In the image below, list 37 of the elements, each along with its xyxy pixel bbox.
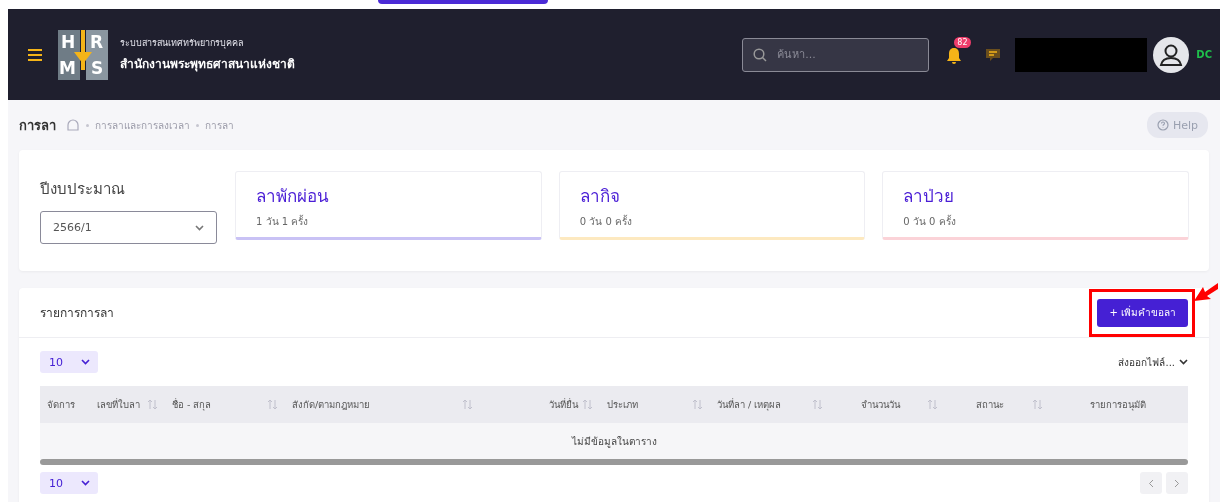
- notification-badge: 82: [954, 36, 971, 48]
- menu-icon[interactable]: [28, 48, 42, 61]
- export-menu[interactable]: ส่งออกไฟล์...: [1118, 354, 1188, 370]
- search-icon: [753, 47, 768, 62]
- page-size-select[interactable]: 10: [40, 472, 98, 494]
- column-header[interactable]: จัดการ: [40, 386, 90, 423]
- leave-type: ลากิจ: [579, 185, 621, 208]
- search-field[interactable]: ค้นหา...: [742, 37, 930, 72]
- user-initials: DC: [1196, 49, 1212, 60]
- avatar-icon[interactable]: [1153, 36, 1190, 73]
- leave-detail: 1 วัน 1 ครั้ง: [256, 214, 310, 229]
- empty-message: ไม่มีข้อมูลในตาราง: [40, 423, 1188, 459]
- question-icon: [1156, 119, 1169, 131]
- page-title: การลา: [19, 116, 56, 135]
- message-icon[interactable]: [985, 46, 1002, 63]
- bell-icon[interactable]: [945, 46, 964, 65]
- leave-detail: 0 วัน 0 ครั้ง: [903, 214, 957, 229]
- leave-type: ลาพักผ่อน: [256, 185, 330, 208]
- system-name: ระบบสารสนเทศทรัพยากรบุคคล: [120, 37, 245, 50]
- add-request-button[interactable]: + เพิ่มคำขอลา: [1097, 298, 1188, 327]
- chevron-down-icon: [1179, 359, 1188, 365]
- budget-label: ปีงบประมาณ: [40, 179, 126, 200]
- scrollbar[interactable]: [40, 459, 1188, 465]
- chevron-down-icon: [195, 224, 204, 231]
- leave-type: ลาป่วย: [903, 185, 956, 208]
- chevron-right-icon: [1174, 478, 1180, 488]
- budget-select[interactable]: 2566/1: [40, 211, 217, 244]
- organization-name: สำนักงานพระพุทธศาสนาแห่งชาติ: [120, 56, 295, 73]
- arrow-annotation: [1194, 280, 1218, 303]
- column-header[interactable]: รายการอนุมัติ: [1050, 386, 1186, 423]
- list-title: รายการการลา: [40, 305, 114, 322]
- chevron-down-icon: [81, 359, 90, 365]
- logo: H R M S: [56, 27, 110, 82]
- chevron-left-icon: [1148, 478, 1154, 488]
- page-size-select[interactable]: 10: [40, 351, 98, 373]
- chevron-down-icon: [81, 480, 90, 486]
- leave-detail: 0 วัน 0 ครั้ง: [579, 214, 633, 229]
